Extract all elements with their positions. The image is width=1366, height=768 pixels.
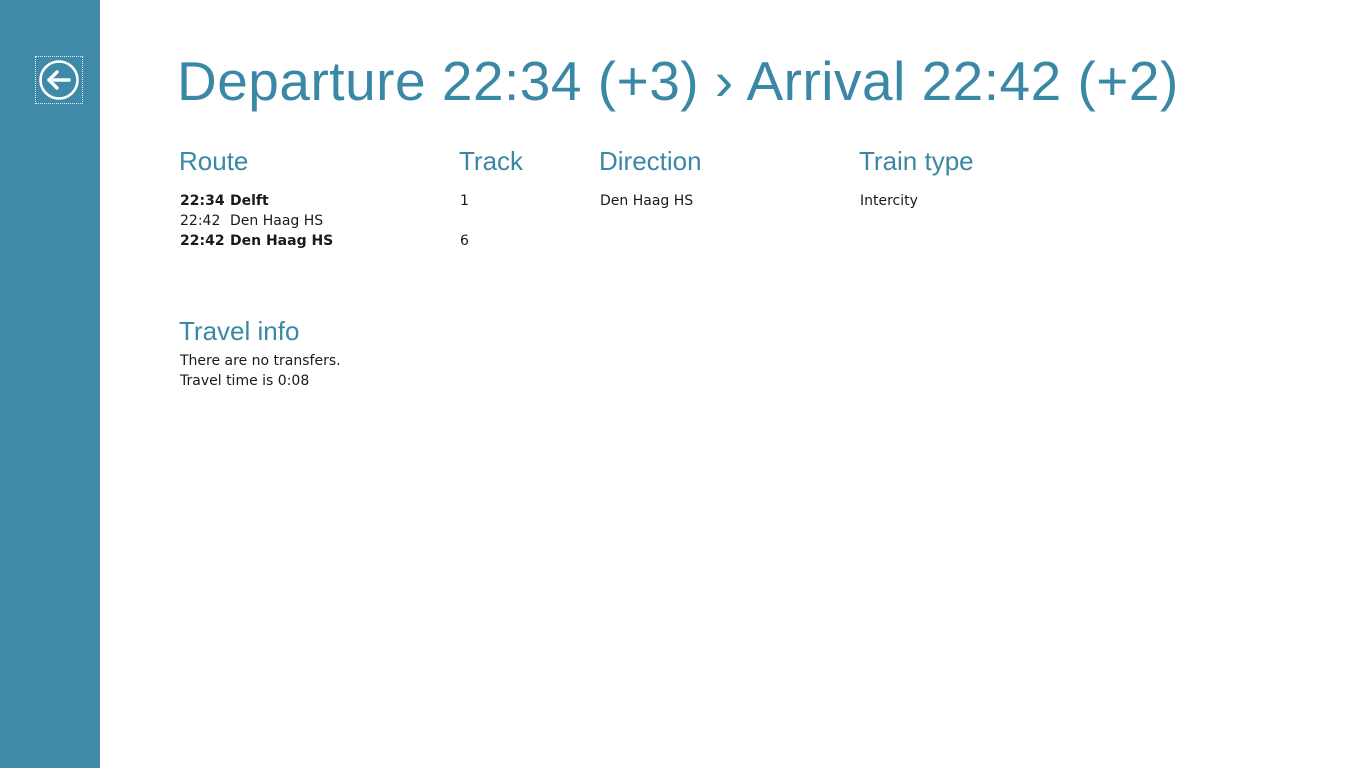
route-column-header: Route	[179, 146, 249, 176]
route-time: 22:34	[180, 193, 225, 209]
route-row-departure: 22:34 Delft	[180, 191, 269, 211]
route-time: 22:42	[180, 233, 225, 249]
travel-info-time: Travel time is 0:08	[180, 373, 310, 389]
route-time: 22:42	[180, 213, 221, 229]
travel-info-title: Travel info	[179, 316, 300, 346]
back-button[interactable]	[35, 56, 83, 104]
train-type-value: Intercity	[860, 193, 918, 209]
route-station: Den Haag HS	[230, 213, 324, 229]
route-row-intermediate: 22:42 Den Haag HS	[180, 211, 323, 231]
page-title: Departure 22:34 (+3) › Arrival 22:42 (+2…	[177, 50, 1179, 112]
train-type-column-header: Train type	[859, 146, 974, 176]
route-station: Den Haag HS	[230, 233, 334, 249]
track-column-header: Track	[459, 146, 524, 176]
route-row-arrival: 22:42 Den Haag HS	[180, 231, 333, 251]
travel-info-transfers: There are no transfers.	[180, 353, 341, 369]
arrow-left-circle-icon	[38, 59, 80, 101]
left-sidebar	[0, 0, 100, 768]
track-value: 1	[460, 193, 469, 209]
direction-column-header: Direction	[599, 146, 702, 176]
route-station: Delft	[230, 193, 269, 209]
direction-value: Den Haag HS	[600, 193, 694, 209]
track-value: 6	[460, 233, 469, 249]
